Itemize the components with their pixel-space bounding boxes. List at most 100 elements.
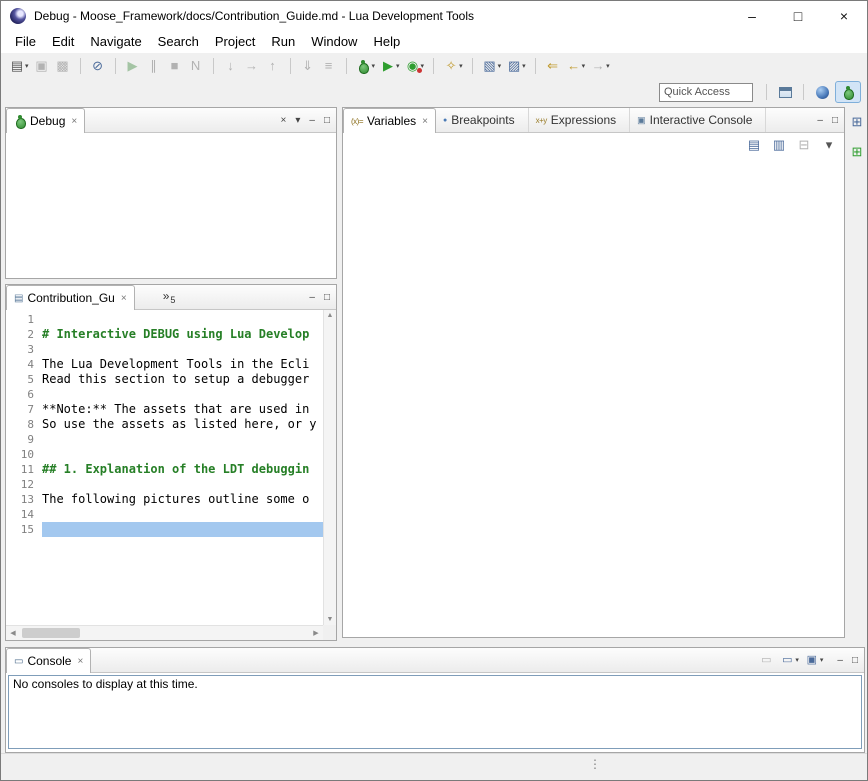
new-icon[interactable]: ▤ ▾ (7, 55, 32, 77)
minimize-button[interactable]: – (729, 1, 775, 31)
skip-all-breakpoints-icon[interactable]: ⊘ (88, 55, 109, 77)
scroll-thumb[interactable] (22, 628, 80, 638)
editor-line[interactable]: 9 (6, 432, 323, 447)
display-selected-console-icon[interactable]: ▭ ▾ (779, 650, 800, 670)
minimize-view-icon[interactable]: – (309, 292, 315, 303)
tab-expressions[interactable]: x+y Expressions (529, 108, 631, 132)
app-icon[interactable] (10, 8, 26, 24)
line-number[interactable]: 10 (6, 448, 42, 461)
drop-to-frame-icon[interactable]: ⇓ (298, 55, 319, 77)
scroll-up-icon[interactable]: ▲ (323, 312, 337, 319)
editor-line[interactable]: 12 (6, 477, 323, 492)
perspective-button-ldt[interactable] (809, 81, 835, 103)
maximize-view-icon[interactable]: □ (324, 292, 330, 303)
toolbar-separator[interactable] (529, 55, 543, 77)
step-into-icon[interactable]: ↓ (221, 55, 242, 77)
toolbar-separator[interactable] (466, 55, 480, 77)
editor-tab-overflow[interactable]: »5 (163, 289, 176, 305)
tab-breakpoints[interactable]: ● Breakpoints (436, 108, 529, 132)
view-menu-icon[interactable]: ▾ (295, 115, 300, 126)
toolbar-separator[interactable] (427, 55, 441, 77)
minimized-view-icon[interactable]: ⊞ (847, 141, 867, 163)
editor-line[interactable]: 2 # Interactive DEBUG using Lua Develop (6, 327, 323, 342)
save-all-icon[interactable]: ▩ (53, 55, 74, 77)
open-perspective-button[interactable] (772, 81, 798, 103)
editor-line[interactable]: 10 (6, 447, 323, 462)
toolbar-separator[interactable] (74, 55, 88, 77)
menu-item[interactable]: Run (263, 31, 303, 53)
editor-line[interactable]: 6 (6, 387, 323, 402)
menu-item[interactable]: Help (365, 31, 408, 53)
scroll-down-icon[interactable]: ▼ (323, 616, 337, 623)
run-dropdown-icon[interactable]: ▶ ▾ (378, 55, 403, 77)
line-number[interactable]: 11 (6, 463, 42, 476)
perspective-button-debug[interactable] (835, 81, 861, 103)
editor-line[interactable]: 8 So use the assets as listed here, or y (6, 417, 323, 432)
menu-item[interactable]: Edit (44, 31, 82, 53)
toolbar-separator[interactable] (207, 55, 221, 77)
toolbar-separator[interactable] (284, 55, 298, 77)
editor-line[interactable]: 3 (6, 342, 323, 357)
tab-contribution-guide[interactable]: ▤ Contribution_Gu × (6, 285, 135, 310)
close-icon[interactable]: × (77, 656, 83, 667)
toolbar-separator[interactable] (340, 55, 354, 77)
editor-vscrollbar[interactable]: ▲ ▼ (323, 310, 336, 625)
tab-variables[interactable]: (x)= Variables × (343, 108, 436, 133)
last-edit-location-icon[interactable]: ⇐ (543, 55, 564, 77)
editor-line[interactable]: 7 **Note:** The assets that are used in (6, 402, 323, 417)
pin-console-icon[interactable]: ▭ (758, 650, 775, 670)
save-icon[interactable]: ▣ (32, 55, 53, 77)
debug-dropdown-icon[interactable]: ▾ (354, 55, 379, 77)
line-number[interactable]: 9 (6, 433, 42, 446)
menu-item[interactable]: File (7, 31, 44, 53)
editor-line[interactable]: 4 The Lua Development Tools in the Ecli (6, 357, 323, 372)
editor-line[interactable]: 13 The following pictures outline some o (6, 492, 323, 507)
toolbar-separator[interactable] (109, 55, 123, 77)
line-number[interactable]: 1 (6, 313, 42, 326)
line-number[interactable]: 8 (6, 418, 42, 431)
open-wizard-icon[interactable]: ▧ ▾ (480, 55, 505, 77)
back-icon[interactable]: ← ▾ (564, 55, 589, 77)
step-return-icon[interactable]: ↑ (263, 55, 284, 77)
menu-item[interactable]: Search (150, 31, 207, 53)
line-number[interactable]: 12 (6, 478, 42, 491)
line-number[interactable]: 5 (6, 373, 42, 386)
menu-item[interactable]: Project (207, 31, 263, 53)
line-number[interactable]: 15 (6, 523, 42, 536)
minimize-view-icon[interactable]: – (837, 655, 843, 666)
editor-line[interactable]: 1 (6, 312, 323, 327)
menu-item[interactable]: Window (303, 31, 365, 53)
line-number[interactable]: 4 (6, 358, 42, 371)
disconnect-icon[interactable]: N (186, 55, 207, 77)
menu-item[interactable]: Navigate (82, 31, 149, 53)
remove-all-terminated-icon[interactable]: × (281, 115, 287, 126)
search-dropdown-icon[interactable]: ▨ ▾ (504, 55, 529, 77)
close-icon[interactable]: × (71, 116, 77, 127)
collapse-all-icon[interactable]: ⊟ (794, 134, 815, 156)
wand-icon[interactable]: ✧ ▾ (441, 55, 466, 77)
open-console-icon[interactable]: ▣ ▾ (804, 650, 825, 670)
line-number[interactable]: 7 (6, 403, 42, 416)
tab-interactive-console[interactable]: ▣ Interactive Console (630, 108, 766, 132)
line-number[interactable]: 14 (6, 508, 42, 521)
line-number[interactable]: 3 (6, 343, 42, 356)
external-tools-icon[interactable]: ◉ ▾ (403, 55, 428, 77)
minimized-view-restore-icon[interactable]: ⊞ (847, 111, 867, 133)
close-icon[interactable]: × (121, 293, 127, 304)
show-type-names-icon[interactable]: ▥ (769, 134, 790, 156)
step-over-icon[interactable]: → (242, 55, 263, 77)
resume-icon[interactable]: ▶ (123, 55, 144, 77)
use-step-filters-icon[interactable]: ≡ (319, 55, 340, 77)
line-number[interactable]: 2 (6, 328, 42, 341)
minimize-view-icon[interactable]: – (309, 115, 315, 126)
line-number[interactable]: 13 (6, 493, 42, 506)
tab-debug[interactable]: Debug × (6, 108, 85, 133)
maximize-view-icon[interactable]: □ (832, 115, 838, 126)
terminate-icon[interactable]: ■ (165, 55, 186, 77)
forward-icon[interactable]: → ▾ (588, 55, 613, 77)
editor-line[interactable]: 14 (6, 507, 323, 522)
close-button[interactable]: × (821, 1, 867, 31)
close-icon[interactable]: × (422, 116, 428, 127)
editor-line[interactable]: 5 Read this section to setup a debugger (6, 372, 323, 387)
tab-console[interactable]: ▭ Console × (6, 648, 91, 673)
